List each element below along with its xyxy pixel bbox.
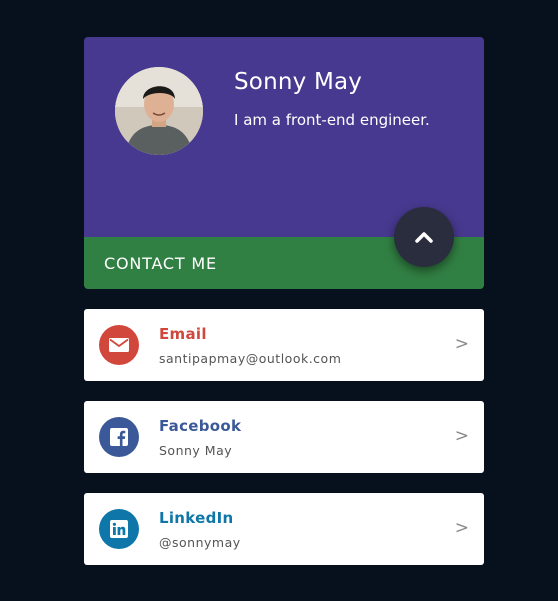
contact-item-title: LinkedIn <box>159 509 234 527</box>
profile-name: Sonny May <box>234 69 363 95</box>
contact-item-value: santipapmay@outlook.com <box>159 351 342 366</box>
contact-item-email[interactable]: Email santipapmay@outlook.com > <box>84 309 484 381</box>
contact-item-title: Email <box>159 325 207 343</box>
contact-item-facebook[interactable]: Facebook Sonny May > <box>84 401 484 473</box>
profile-container: Sonny May I am a front-end engineer. CON… <box>84 37 484 565</box>
email-icon-circle <box>99 325 139 365</box>
linkedin-icon-circle <box>99 509 139 549</box>
chevron-right-icon: > <box>454 426 469 446</box>
contact-me-label[interactable]: CONTACT ME <box>104 254 217 273</box>
profile-tagline: I am a front-end engineer. <box>234 111 430 129</box>
chevron-right-icon: > <box>454 518 469 538</box>
contact-item-title: Facebook <box>159 417 242 435</box>
facebook-icon-circle <box>99 417 139 457</box>
facebook-icon <box>110 428 128 446</box>
collapse-button[interactable] <box>394 207 454 267</box>
envelope-icon <box>109 338 129 352</box>
avatar-photo <box>115 67 203 155</box>
contact-item-value: @sonnymay <box>159 535 241 550</box>
contact-item-linkedin[interactable]: LinkedIn @sonnymay > <box>84 493 484 565</box>
avatar <box>115 67 203 155</box>
chevron-up-icon <box>415 232 433 243</box>
profile-card: Sonny May I am a front-end engineer. CON… <box>84 37 484 289</box>
chevron-right-icon: > <box>454 334 469 354</box>
linkedin-icon <box>110 520 128 538</box>
contact-item-value: Sonny May <box>159 443 233 458</box>
